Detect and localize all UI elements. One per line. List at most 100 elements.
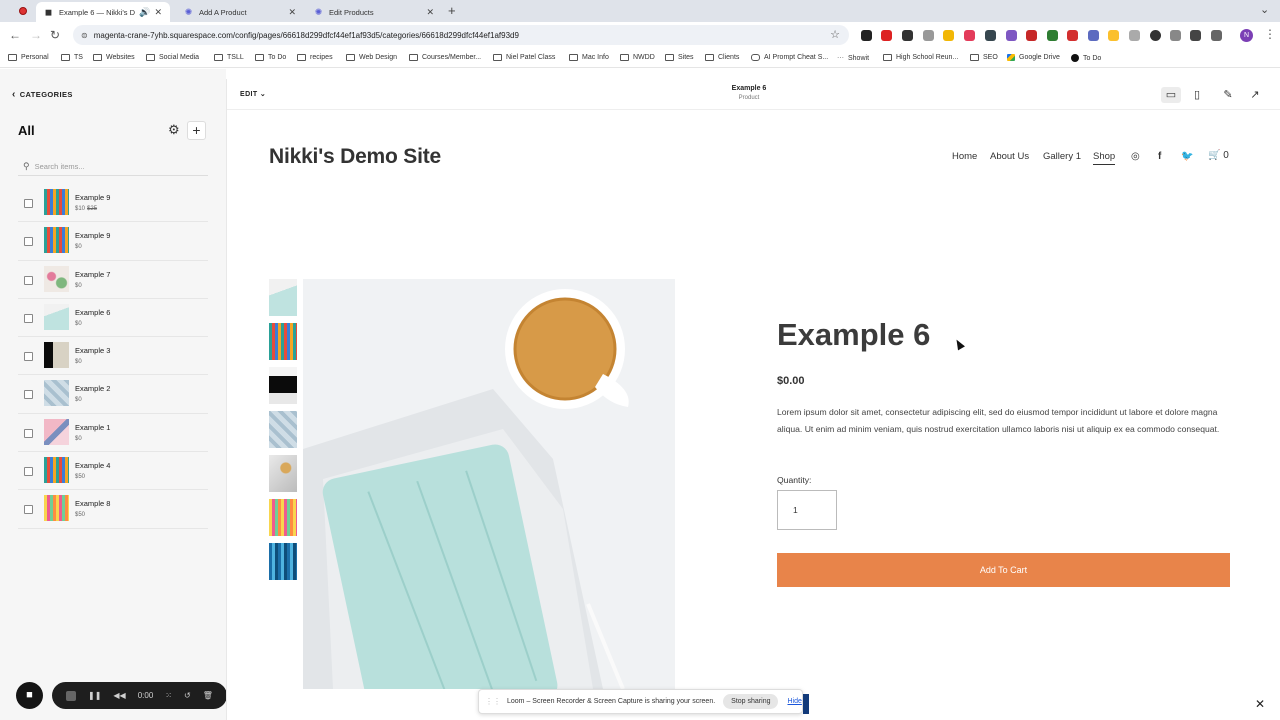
bookmark-star-icon[interactable]: ☆ (830, 28, 840, 41)
desktop-view-icon[interactable]: ▭ (1161, 87, 1181, 103)
bookmark-item[interactable]: Clients (705, 54, 739, 61)
bookmark-item[interactable]: High School Reun... (883, 54, 958, 61)
extension-icon[interactable] (923, 30, 934, 41)
bookmark-item[interactable]: Mac Info (569, 54, 609, 61)
profile-avatar[interactable]: N (1240, 29, 1253, 42)
open-external-icon[interactable]: ↗ (1245, 87, 1265, 103)
list-item[interactable]: Example 9 $0 (18, 222, 208, 261)
list-item[interactable]: Example 7 $0 (18, 261, 208, 299)
rewind-icon[interactable]: ◀◀ (113, 691, 125, 700)
stop-sharing-button[interactable]: Stop sharing (723, 694, 779, 709)
nav-shop[interactable]: Shop (1093, 151, 1116, 165)
bookmark-item[interactable]: Websites (93, 54, 135, 61)
extension-icon[interactable] (1108, 30, 1119, 41)
extension-icon[interactable] (943, 30, 954, 41)
close-tab-icon[interactable]: ✕ (154, 7, 162, 18)
pause-icon[interactable]: ❚❚ (88, 691, 101, 700)
address-bar[interactable]: ⊜ magenta-crane-7yhb.squarespace.com/con… (73, 25, 849, 45)
thumbnail-colorful[interactable] (269, 499, 297, 536)
select-checkbox[interactable] (24, 505, 33, 515)
instagram-icon[interactable]: ◎ (1131, 151, 1140, 162)
forward-arrow-icon[interactable]: → (30, 28, 42, 42)
search-input[interactable] (34, 162, 185, 171)
facebook-icon[interactable]: f (1158, 151, 1161, 162)
add-item-button[interactable]: + (187, 121, 206, 140)
extension-icon[interactable] (1150, 30, 1161, 41)
thumbnail-dark[interactable] (269, 367, 297, 404)
bookmark-item[interactable]: Google Drive (1007, 54, 1060, 61)
thumbnail-tablet[interactable] (269, 279, 297, 316)
nav-gallery-1[interactable]: Gallery 1 (1043, 151, 1081, 162)
close-tab-icon[interactable]: ✕ (426, 7, 434, 18)
list-item[interactable]: Example 8 $50 (18, 490, 208, 529)
list-item[interactable]: Example 2 $0 (18, 375, 208, 414)
select-checkbox[interactable] (24, 467, 33, 477)
tab-edit-products[interactable]: ✺ Edit Products ✕ (306, 2, 442, 22)
bookmark-item[interactable]: TS (61, 54, 83, 61)
select-checkbox[interactable] (24, 199, 33, 208)
extension-icon[interactable] (881, 30, 892, 41)
extension-icon[interactable] (1190, 30, 1201, 41)
extension-icon[interactable] (1067, 30, 1078, 41)
twitter-icon[interactable]: 🐦 (1181, 151, 1193, 162)
extension-icon[interactable] (1170, 30, 1181, 41)
bookmark-item[interactable]: TSLL (214, 54, 244, 61)
extension-icon[interactable] (1088, 30, 1099, 41)
bookmark-item[interactable]: Personal (8, 54, 49, 61)
thumbnail-blue-pencils[interactable] (269, 543, 297, 580)
extension-icon[interactable] (1006, 30, 1017, 41)
thumbnail-desk[interactable] (269, 455, 297, 492)
close-tab-icon[interactable]: ✕ (288, 7, 296, 18)
list-item[interactable]: Example 6 $0 (18, 299, 208, 338)
bookmark-item[interactable]: AI Prompt Cheat S... (751, 54, 828, 61)
add-to-cart-button[interactable]: Add To Cart (777, 553, 1230, 587)
extension-grid-icon[interactable] (902, 30, 913, 41)
extension-icon[interactable] (1129, 30, 1140, 41)
select-checkbox[interactable] (24, 352, 33, 362)
camera-icon[interactable]: ■ (16, 682, 43, 709)
select-checkbox[interactable] (24, 237, 33, 247)
grid-icon[interactable]: ⁙ (165, 691, 172, 700)
thumbnail-tiles[interactable] (269, 411, 297, 448)
bookmark-item[interactable]: Courses/Member... (409, 54, 481, 61)
extension-icon[interactable] (985, 30, 996, 41)
reload-icon[interactable]: ↻ (50, 28, 60, 42)
list-item[interactable]: Example 3 $0 (18, 337, 208, 376)
bookmark-item[interactable]: To Do (1071, 54, 1101, 62)
site-title[interactable]: Nikki's Demo Site (269, 145, 441, 169)
select-checkbox[interactable] (24, 390, 33, 400)
browser-menu-icon[interactable]: ⋮ (1264, 27, 1276, 41)
thumbnail-pencils[interactable] (269, 323, 297, 360)
bookmark-item[interactable]: Social Media (146, 54, 199, 61)
select-checkbox[interactable] (24, 428, 33, 438)
extensions-puzzle-icon[interactable] (1211, 30, 1222, 41)
speaker-icon[interactable]: 🔊 (139, 7, 150, 18)
list-item[interactable]: Example 4 $50 (18, 452, 208, 491)
extension-icon[interactable] (1026, 30, 1037, 41)
select-checkbox[interactable] (24, 275, 33, 285)
close-icon[interactable]: ✕ (1255, 697, 1265, 711)
back-arrow-icon[interactable]: ← (9, 28, 21, 42)
product-main-image[interactable] (303, 279, 675, 689)
trash-icon[interactable]: 🗑 (203, 691, 213, 700)
bookmark-item[interactable]: NWDD (620, 54, 655, 61)
tab-add-a-product[interactable]: ✺ Add A Product ✕ (176, 2, 304, 22)
new-tab-icon[interactable]: + (448, 3, 456, 18)
gear-icon[interactable]: ⚙ (168, 122, 180, 138)
nav-about-us[interactable]: About Us (990, 151, 1029, 162)
categories-back-link[interactable]: ‹ CATEGORIES (12, 89, 73, 100)
site-info-icon[interactable]: ⊜ (81, 31, 88, 40)
list-item[interactable]: Example 1 $0 (18, 414, 208, 453)
bookmark-item[interactable]: ⋯ Showit (837, 54, 869, 63)
bookmark-item[interactable]: Sites (665, 54, 694, 61)
bookmark-item[interactable]: Web Design (346, 54, 397, 61)
quantity-input[interactable]: 1 (777, 490, 837, 530)
extension-icon[interactable] (861, 30, 872, 41)
site-styles-icon[interactable]: ✎ (1218, 87, 1238, 103)
bookmark-item[interactable]: To Do (255, 54, 286, 61)
extension-icon[interactable] (1047, 30, 1058, 41)
bookmark-item[interactable]: Niel Patel Class (493, 54, 555, 61)
hide-link[interactable]: Hide (787, 698, 801, 705)
select-checkbox[interactable] (24, 313, 33, 323)
bookmark-item[interactable]: SEO (970, 54, 998, 61)
